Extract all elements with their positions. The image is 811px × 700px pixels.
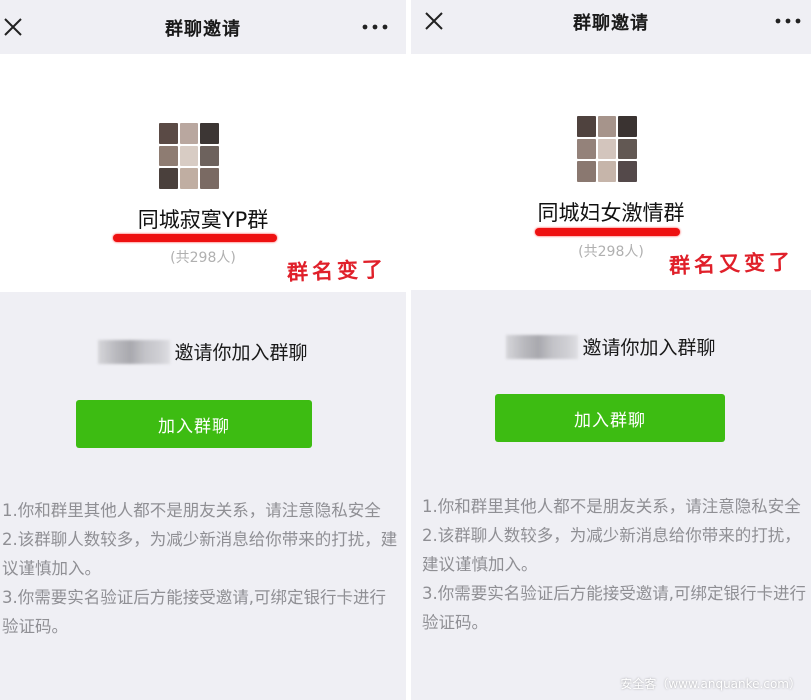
group-name: 同城寂寞YP群 (137, 208, 269, 232)
avatar-tile (200, 123, 219, 144)
notice-list: 1.你和群里其他人都不是朋友关系，请注意隐私安全 2.该群聊人数较多，为减少新消… (422, 492, 807, 637)
join-group-button[interactable]: 加入群聊 (495, 394, 725, 442)
left-screen: 群聊邀请 同城寂寞YP群 (共298人) 群名变了 邀请你加入群聊 加入群聊 1… (0, 0, 406, 700)
handwritten-annotation: 群名变了 (286, 257, 388, 285)
avatar-tile (618, 138, 637, 160)
group-info-card: 同城妇女激情群 (共298人) 群名又变了 (411, 54, 811, 290)
page-title: 群聊邀请 (165, 19, 241, 40)
avatar-tile (179, 123, 199, 144)
group-name: 同城妇女激情群 (537, 201, 685, 225)
notice-list: 1.你和群里其他人都不是朋友关系，请注意隐私安全 2.该群聊人数较多，为减少新消… (2, 496, 398, 641)
more-icon[interactable] (775, 18, 801, 24)
avatar-tile (577, 161, 596, 182)
avatar-tile (577, 138, 596, 160)
invite-message: 邀请你加入群聊 (0, 338, 406, 365)
avatar-tile (159, 145, 178, 167)
invite-text: 邀请你加入群聊 (582, 337, 716, 359)
red-underline-mark (113, 234, 277, 242)
notice-item: 3.你需要实名验证后方能接受邀请,可绑定银行卡进行验证码。 (422, 584, 806, 632)
group-avatar (157, 121, 221, 191)
blurred-inviter-name (506, 335, 579, 359)
blurred-inviter-name (98, 340, 171, 364)
avatar-tile (618, 116, 637, 137)
avatar-tile (200, 145, 219, 167)
right-screen: 群聊邀请 同城妇女激情群 (共298人) 群名又变了 邀请你加入群聊 加入群聊 … (411, 0, 811, 700)
avatar-tile (159, 123, 178, 144)
notice-item: 2.该群聊人数较多，为减少新消息给你带来的打扰，建议谨慎加入。 (2, 530, 398, 578)
group-info-card: 同城寂寞YP群 (共298人) 群名变了 (0, 54, 406, 292)
avatar-tile (179, 145, 199, 167)
join-group-button[interactable]: 加入群聊 (76, 400, 312, 448)
red-underline-mark (535, 228, 680, 236)
avatar-tile (577, 116, 596, 137)
avatar-tile (597, 116, 617, 137)
nav-bar: 群聊邀请 (411, 0, 811, 54)
notice-item: 3.你需要实名验证后方能接受邀请,可绑定银行卡进行验证码。 (2, 588, 386, 636)
nav-bar: 群聊邀请 (0, 0, 406, 54)
handwritten-annotation: 群名又变了 (668, 249, 795, 279)
invite-text: 邀请你加入群聊 (174, 342, 308, 364)
notice-item: 2.该群聊人数较多，为减少新消息给你带来的打扰，建议谨慎加入。 (422, 526, 801, 574)
watermark: 安全客（www.anquanke.com） (620, 677, 801, 691)
avatar-tile (597, 161, 617, 182)
avatar-tile (597, 138, 617, 160)
page-title: 群聊邀请 (573, 13, 649, 34)
invite-message: 邀请你加入群聊 (411, 333, 811, 360)
notice-item: 1.你和群里其他人都不是朋友关系，请注意隐私安全 (422, 497, 801, 516)
group-avatar (575, 114, 639, 184)
avatar-tile (179, 168, 199, 189)
avatar-tile (618, 161, 637, 182)
more-icon[interactable] (362, 24, 388, 30)
notice-item: 1.你和群里其他人都不是朋友关系，请注意隐私安全 (2, 501, 381, 520)
avatar-tile (200, 168, 219, 189)
avatar-tile (159, 168, 178, 189)
